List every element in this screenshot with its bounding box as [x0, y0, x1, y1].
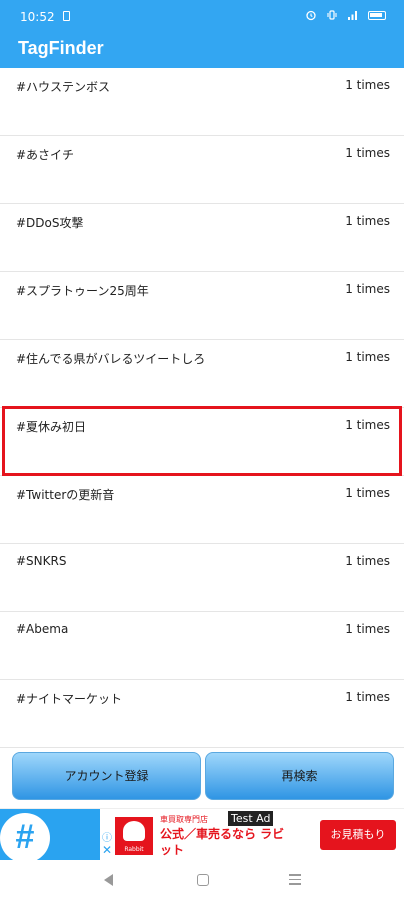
- ad-banner[interactable]: # ⓘ ✕ Rabbit 車買取専門店 公式／車売るなら ラビット Test A…: [0, 808, 404, 863]
- ad-info-icon[interactable]: ⓘ: [102, 829, 112, 844]
- tag-label: #住んでる県がバレるツイートしろ: [16, 352, 206, 366]
- tag-label: #あさイチ: [16, 148, 75, 162]
- signal-icon: [348, 11, 357, 20]
- tag-label: #ナイトマーケット: [16, 692, 123, 706]
- menu-icon[interactable]: [289, 874, 301, 886]
- status-time: 10:52: [20, 10, 55, 24]
- ad-app-icon: #: [0, 809, 100, 863]
- tag-label: #SNKRS: [16, 554, 67, 568]
- research-button[interactable]: 再検索: [205, 752, 394, 800]
- tag-count: 1 times: [345, 554, 390, 568]
- tag-label: #スプラトゥーン25周年: [16, 284, 149, 298]
- tag-count: 1 times: [345, 282, 390, 296]
- register-account-button[interactable]: アカウント登録: [12, 752, 201, 800]
- tag-label: #Twitterの更新音: [16, 488, 115, 502]
- tag-row[interactable]: #ハウステンボス 1 times: [0, 68, 404, 136]
- tag-count: 1 times: [345, 622, 390, 636]
- highlight-box: [2, 406, 402, 476]
- tag-count: 1 times: [345, 350, 390, 364]
- ad-close-icon[interactable]: ✕: [102, 843, 112, 857]
- tag-row[interactable]: #DDoS攻撃 1 times: [0, 204, 404, 272]
- tag-row[interactable]: #Twitterの更新音 1 times: [0, 476, 404, 544]
- alarm-icon: [306, 10, 316, 21]
- tag-row[interactable]: #あさイチ 1 times: [0, 136, 404, 204]
- status-icons: [305, 9, 386, 21]
- home-icon[interactable]: [197, 874, 209, 886]
- tag-row[interactable]: #住んでる県がバレるツイートしろ 1 times: [0, 340, 404, 408]
- hash-icon: #: [0, 813, 50, 863]
- tag-row[interactable]: #スプラトゥーン25周年 1 times: [0, 272, 404, 340]
- tag-count: 1 times: [345, 78, 390, 92]
- tag-label: #DDoS攻撃: [16, 216, 84, 230]
- back-icon[interactable]: [104, 874, 113, 886]
- rabbit-logo-icon: [123, 821, 145, 841]
- tag-label: #ハウステンボス: [16, 80, 111, 94]
- vibrate-icon: [327, 10, 337, 20]
- ad-logo-text: Rabbit: [124, 846, 144, 853]
- tag-count: 1 times: [345, 486, 390, 500]
- status-bar: 10:52: [0, 0, 404, 34]
- sim-icon: [63, 11, 70, 21]
- test-ad-label: Test Ad: [228, 811, 274, 826]
- nav-bar: [0, 860, 404, 900]
- tag-row[interactable]: #SNKRS 1 times: [0, 544, 404, 612]
- tag-row[interactable]: #Abema 1 times: [0, 612, 404, 680]
- tag-count: 1 times: [345, 214, 390, 228]
- battery-icon: [368, 10, 386, 20]
- tag-row[interactable]: #ナイトマーケット 1 times: [0, 680, 404, 748]
- app-title: TagFinder: [18, 38, 104, 58]
- ad-logo: Rabbit: [115, 817, 153, 855]
- tag-count: 1 times: [345, 146, 390, 160]
- tag-count: 1 times: [345, 690, 390, 704]
- app-bar: TagFinder: [0, 34, 404, 68]
- ad-cta-button[interactable]: お見積もり: [320, 820, 396, 850]
- ad-small-text: 車買取専門店: [160, 815, 208, 824]
- ad-main-text: 公式／車売るなら ラビット: [160, 827, 285, 857]
- tag-label: #Abema: [16, 622, 69, 636]
